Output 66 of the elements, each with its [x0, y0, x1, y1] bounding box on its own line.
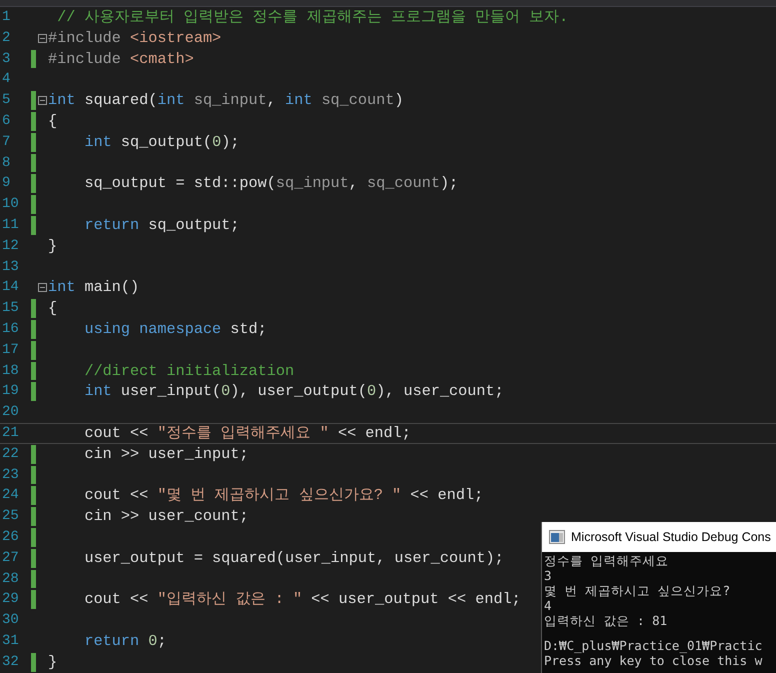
line-number: 4	[1, 70, 12, 90]
line-number: 7	[1, 132, 12, 152]
window-title: Microsoft Visual Studio Debug Cons	[571, 530, 771, 544]
code-line: {	[48, 298, 58, 319]
collapse-icon[interactable]	[38, 283, 46, 292]
line-number: 27	[1, 548, 20, 568]
code-line: #include <iostream>	[48, 28, 222, 49]
console-output-line: D:₩C_plus₩Practice_01₩Practic	[544, 638, 764, 653]
console-output-line: 정수를 입력해주세요	[544, 553, 670, 568]
line-number: 3	[1, 50, 12, 69]
line-number: 25	[1, 507, 20, 526]
code-line: user_output = squared(user_input, user_count);	[84, 548, 504, 569]
line-number: 1	[1, 8, 12, 27]
line-number: 22	[1, 444, 20, 464]
line-number: 5	[1, 91, 12, 110]
code-line: cin >> user_count;	[84, 506, 249, 527]
console-output-line: 3	[544, 568, 553, 583]
line-number: 2	[1, 28, 12, 48]
line-number: 30	[1, 611, 20, 630]
line-number: 20	[1, 403, 20, 422]
code-line: cout << "입력하신 값은 : " << user_output << endl;	[84, 589, 521, 610]
code-line: {	[48, 110, 58, 132]
line-number: 6	[1, 112, 12, 131]
code-line: cin >> user_input;	[84, 444, 249, 465]
line-number: 28	[1, 570, 20, 589]
line-number: 8	[1, 154, 12, 173]
code-line: #include <cmath>	[48, 48, 194, 70]
console-output-line: 몇 번 제곱하시고 싶으신가요?	[544, 583, 732, 598]
collapse-icon[interactable]	[38, 96, 46, 106]
code-line: }	[48, 236, 58, 257]
code-line: cout << "몇 번 제곱하시고 싶으신가요? " << endl;	[84, 485, 484, 506]
line-number: 29	[1, 590, 20, 610]
code-line: //direct initialization	[84, 360, 294, 382]
code-line: int user_input(0), user_output(0), user_count;	[84, 381, 504, 402]
line-number: 32	[1, 652, 20, 672]
console-output-line: 4	[544, 598, 553, 613]
console-output-line: 입력하신 값은 : 81	[544, 613, 668, 628]
collapse-icon[interactable]	[38, 34, 46, 43]
line-number: 24	[1, 486, 20, 506]
line-number: 11	[1, 216, 20, 235]
line-number: 12	[1, 236, 20, 256]
code-line: int sq_output(0);	[84, 132, 240, 153]
line-number: 26	[1, 528, 20, 547]
line-number: 23	[1, 466, 20, 485]
console-app-icon	[549, 530, 565, 544]
line-number: 13	[1, 258, 20, 277]
code-line: int main()	[48, 277, 140, 298]
line-number: 19	[1, 382, 20, 402]
code-line: using namespace std;	[84, 318, 267, 340]
code-line: sq_output = std::pow(sq_input, sq_count);	[84, 173, 458, 194]
code-line: cout << "정수를 입력해주세요 " << endl;	[84, 422, 411, 444]
line-number: 31	[1, 632, 20, 651]
line-number: 9	[1, 174, 12, 194]
code-line: int squared(int sq_input, int sq_count)	[48, 90, 404, 111]
line-number: 14	[1, 278, 20, 298]
line-number: 10	[1, 195, 20, 214]
line-number: 16	[1, 320, 20, 339]
line-number: 15	[1, 299, 20, 318]
code-line: // 사용자로부터 입력받은 정수를 제곱해주는 프로그램을 만들어 보자.	[56, 7, 568, 28]
console-output-line: Press any key to close this w	[544, 653, 764, 668]
code-line: }	[48, 652, 58, 672]
code-line: return sq_output;	[84, 214, 240, 236]
code-line: return 0;	[84, 630, 166, 652]
line-number: 18	[1, 362, 20, 381]
line-number: 17	[1, 340, 20, 360]
line-number: 21	[1, 424, 20, 443]
